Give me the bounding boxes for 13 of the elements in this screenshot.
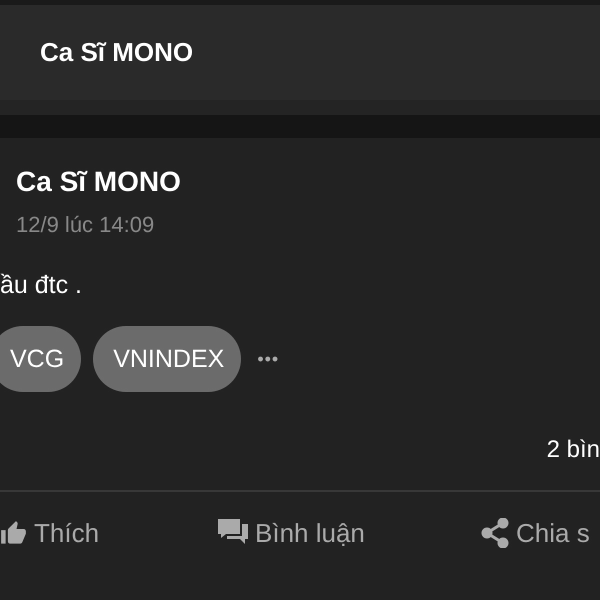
- comment-count[interactable]: 2 bìn: [546, 436, 600, 464]
- thumbs-up-icon: [0, 520, 27, 546]
- share-action[interactable]: Chia s: [481, 518, 600, 548]
- tag-chip[interactable]: VNINDEX: [93, 326, 242, 392]
- page-title: Ca Sĩ MONO: [40, 37, 194, 68]
- post-time: 12/9 lúc 14:09: [16, 212, 156, 238]
- like-action[interactable]: Thích: [0, 518, 218, 548]
- share-icon: [481, 518, 509, 548]
- more-button[interactable]: •••: [257, 348, 280, 370]
- post-text: ầu đtc .: [0, 271, 83, 300]
- author-name[interactable]: Ca Sĩ MONO: [16, 166, 600, 198]
- tag-chip[interactable]: VCG: [0, 326, 82, 392]
- comment-action[interactable]: Bình luận: [218, 518, 481, 548]
